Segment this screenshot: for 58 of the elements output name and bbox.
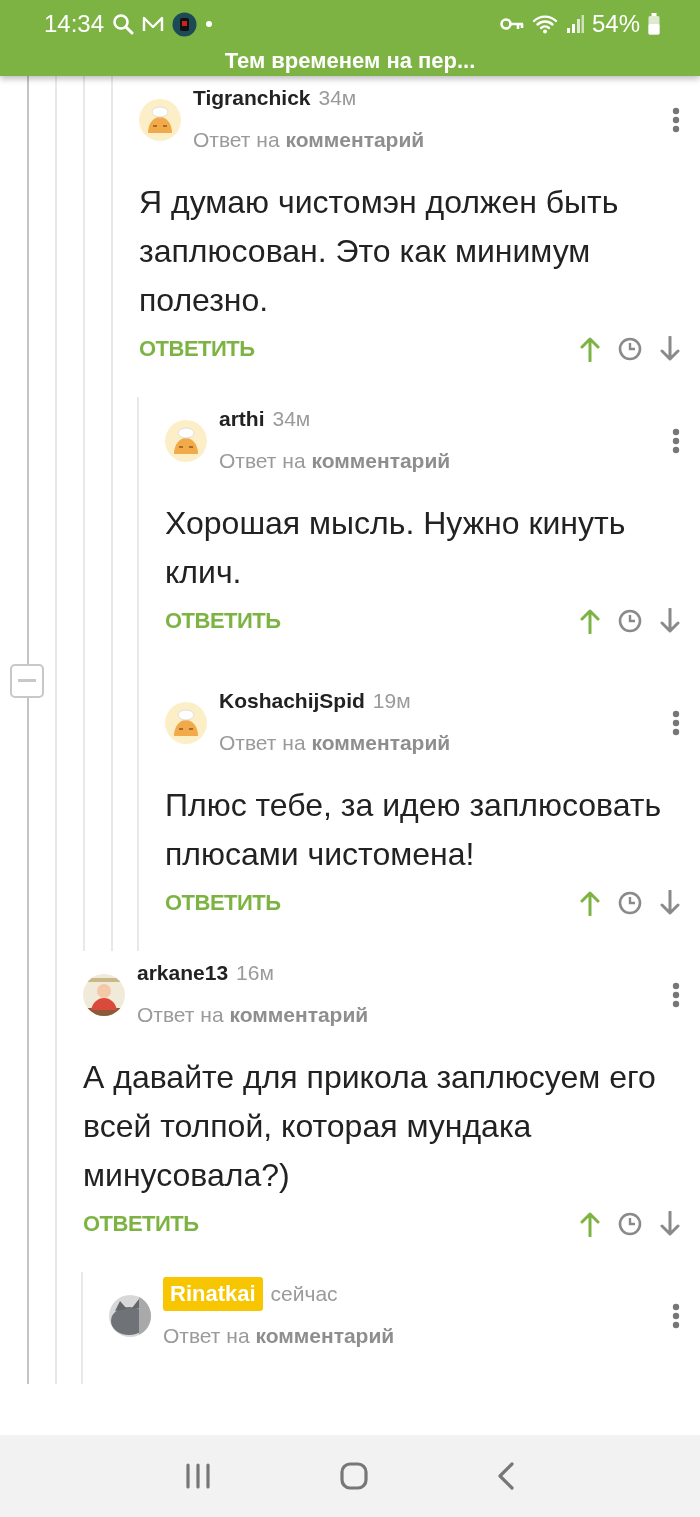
clock-icon[interactable] [618,609,642,633]
battery-icon [648,13,660,35]
username[interactable]: KoshachijSpid [219,687,365,715]
back-icon[interactable] [497,1462,516,1490]
more-icon[interactable] [672,710,680,736]
reply-info: Ответ на комментарий [219,448,452,474]
search-icon [112,13,135,35]
home-icon[interactable] [340,1462,368,1490]
avatar-icon [165,420,207,462]
recent-apps-icon[interactable] [184,1463,211,1489]
app-icon [172,11,198,37]
clock-icon[interactable] [618,891,642,915]
more-icon[interactable] [672,428,680,454]
comment-text: Плюс тебе, за идею заплюсовать плюсами чистомена! [165,786,663,874]
reply-button[interactable]: ОТВЕТИТЬ [165,608,281,634]
more-icon[interactable] [672,982,680,1008]
upvote-icon[interactable] [580,1211,600,1237]
page-title: Тем временем на пер... [223,48,477,74]
minus-icon [18,679,36,683]
clock-icon[interactable] [618,337,642,361]
reply-info: Ответ на комментарий [193,127,426,153]
comment-time: 16м [236,961,274,985]
reply-info: Ответ на комментарий [219,730,452,756]
signal-icon [565,14,584,34]
upvote-icon[interactable] [580,890,600,916]
username[interactable]: arthi [219,405,265,433]
more-icon[interactable] [672,107,680,133]
more-icon[interactable] [672,1303,680,1329]
comment-time: сейчас [270,1282,338,1306]
avatar-icon [139,99,181,141]
comment-text: А давайте для прикола заплюсуем его всей толпой, которая мундака минусовала?) [83,1058,657,1195]
upvote-icon[interactable] [580,336,600,362]
comment-text: Хорошая мысль. Нужно кинуть клич. [165,504,627,592]
downvote-icon[interactable] [660,1211,680,1237]
battery-percent: 54% [591,10,640,38]
reply-button[interactable]: ОТВЕТИТЬ [165,890,281,916]
reply-button[interactable]: ОТВЕТИТЬ [83,1211,199,1237]
reply-info: Ответ на комментарий [137,1002,370,1028]
status-time: 14:34 [44,10,105,38]
comment-time: 34м [272,407,311,431]
key-icon [499,17,524,31]
username[interactable]: Rinatkai [163,1277,263,1311]
upvote-icon[interactable] [580,608,600,634]
comment-time: 19м [372,689,411,713]
reply-info: Ответ на комментарий [163,1323,396,1349]
username[interactable]: Tigranchick [193,84,311,112]
username[interactable]: arkane13 [137,959,229,987]
wifi-icon [531,13,558,35]
downvote-icon[interactable] [660,608,680,634]
reply-button[interactable]: ОТВЕТИТЬ [139,336,255,362]
clock-icon[interactable] [618,1212,642,1236]
downvote-icon[interactable] [660,336,680,362]
dot-icon [205,20,214,28]
downvote-icon[interactable] [660,890,680,916]
avatar-icon [165,702,207,744]
mail-icon [142,15,165,33]
comment-time: 34м [318,86,357,110]
comment-text: Я думаю чистомэн должен быть заплюсован. Это как минимум полезно. [139,183,620,320]
